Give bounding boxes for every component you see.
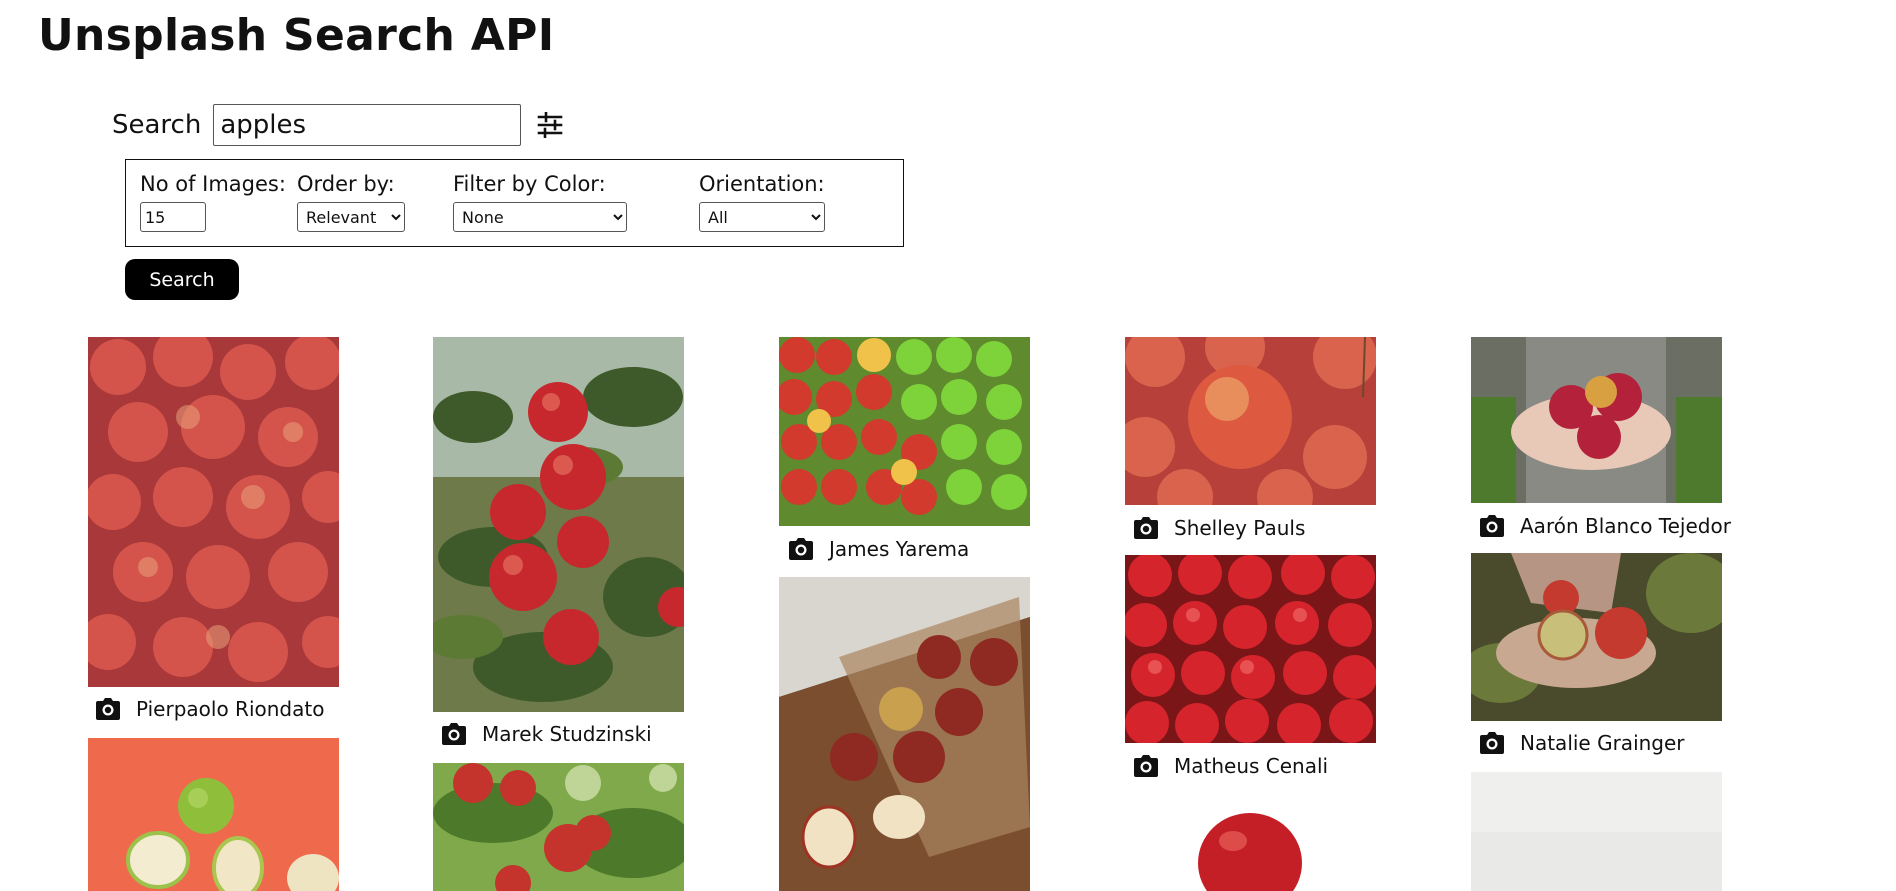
result-photo-11[interactable] xyxy=(1471,553,1722,721)
result-photo-8[interactable] xyxy=(779,577,1030,891)
photo-credit-5: Matheus Cenali xyxy=(1134,754,1328,778)
photographer-name: James Yarema xyxy=(829,537,970,561)
photo-credit-3: James Yarema xyxy=(789,537,969,561)
orientation-option: Orientation: All xyxy=(699,172,825,232)
photo-credit-7: Natalie Grainger xyxy=(1480,731,1685,755)
photo-credit-6: Aarón Blanco Tejedor xyxy=(1480,514,1731,538)
sliders-icon[interactable] xyxy=(537,111,563,139)
result-photo-10[interactable] xyxy=(1125,793,1376,891)
camera-icon xyxy=(1134,517,1158,539)
camera-icon xyxy=(1480,515,1504,537)
order-by-select[interactable]: Relevant xyxy=(297,202,405,232)
color-filter-select[interactable]: None xyxy=(453,202,627,232)
photographer-name: Aarón Blanco Tejedor xyxy=(1520,514,1731,538)
result-photo-7[interactable] xyxy=(433,763,684,891)
photo-credit-2: Marek Studzinski xyxy=(442,722,652,746)
image-count-option: No of Images: xyxy=(140,172,286,232)
result-photo-6[interactable] xyxy=(88,738,339,891)
order-by-option: Order by: Relevant xyxy=(297,172,405,232)
search-label: Search xyxy=(112,110,202,140)
color-filter-option: Filter by Color: None xyxy=(453,172,627,232)
result-photo-3[interactable] xyxy=(779,337,1030,526)
search-row: Search xyxy=(112,104,563,146)
result-photo-9[interactable] xyxy=(1125,555,1376,743)
result-photo-5[interactable] xyxy=(1471,337,1722,503)
photographer-name: Natalie Grainger xyxy=(1520,731,1685,755)
camera-icon xyxy=(442,723,466,745)
image-count-label: No of Images: xyxy=(140,172,286,196)
camera-icon xyxy=(1134,755,1158,777)
orientation-select[interactable]: All xyxy=(699,202,825,232)
result-photo-4[interactable] xyxy=(1125,337,1376,505)
camera-icon xyxy=(1480,732,1504,754)
photographer-name: Marek Studzinski xyxy=(482,722,652,746)
search-button[interactable]: Search xyxy=(125,259,239,300)
camera-icon xyxy=(96,698,120,720)
image-count-input[interactable] xyxy=(140,202,206,232)
photographer-name: Shelley Pauls xyxy=(1174,516,1306,540)
result-photo-1[interactable] xyxy=(88,337,339,687)
orientation-label: Orientation: xyxy=(699,172,825,196)
photo-credit-4: Shelley Pauls xyxy=(1134,516,1305,540)
page-title: Unsplash Search API xyxy=(38,10,555,61)
search-input[interactable] xyxy=(213,104,522,146)
result-photo-2[interactable] xyxy=(433,337,684,712)
color-filter-label: Filter by Color: xyxy=(453,172,606,196)
photo-credit-1: Pierpaolo Riondato xyxy=(96,697,324,721)
order-by-label: Order by: xyxy=(297,172,395,196)
camera-icon xyxy=(789,538,813,560)
result-photo-12[interactable] xyxy=(1471,772,1722,891)
photographer-name: Pierpaolo Riondato xyxy=(136,697,325,721)
photographer-name: Matheus Cenali xyxy=(1174,754,1329,778)
search-options-panel: No of Images: Order by: Relevant Filter … xyxy=(125,159,904,247)
